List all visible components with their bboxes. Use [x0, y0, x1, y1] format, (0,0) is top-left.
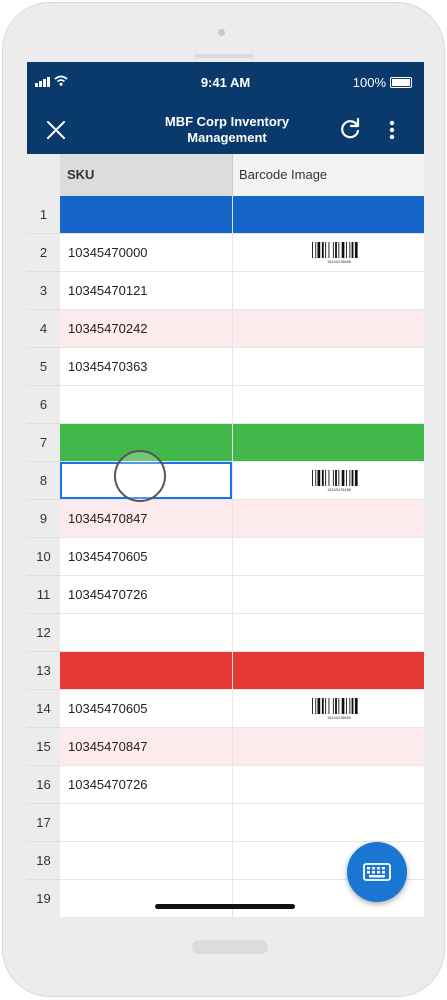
row-number[interactable]: 9 — [27, 500, 60, 538]
table-row: 6 — [27, 386, 424, 424]
sku-cell[interactable] — [60, 880, 233, 917]
table-row: 3 10345470121 — [27, 272, 424, 310]
row-number[interactable]: 4 — [27, 310, 60, 348]
row-number[interactable]: 5 — [27, 348, 60, 386]
barcode-image: 10345470605 — [312, 698, 358, 720]
barcode-cell[interactable] — [233, 652, 424, 689]
table-row: 5 10345470363 — [27, 348, 424, 386]
row-number[interactable]: 1 — [27, 196, 60, 234]
table-row: 4 10345470242 — [27, 310, 424, 348]
sku-cell[interactable]: 10345470726 — [60, 766, 233, 803]
barcode-cell[interactable] — [233, 576, 424, 613]
home-indicator[interactable] — [155, 904, 295, 909]
table-row: 13 — [27, 652, 424, 690]
sku-cell[interactable]: 10345470726 — [60, 576, 233, 613]
barcode-cell[interactable] — [233, 348, 424, 385]
barcode-cell[interactable] — [233, 538, 424, 575]
touch-indicator — [114, 450, 166, 502]
keyboard-button[interactable] — [347, 842, 407, 902]
more-vertical-icon[interactable] — [382, 118, 402, 142]
grid-corner[interactable] — [27, 154, 60, 196]
table-row: 15 10345470847 — [27, 728, 424, 766]
column-header-barcode[interactable]: Barcode Image — [233, 154, 424, 196]
barcode-text: 10345470605 — [327, 716, 351, 720]
row-number[interactable]: 14 — [27, 690, 60, 728]
keyboard-icon — [363, 863, 391, 881]
barcode-cell[interactable] — [233, 196, 424, 233]
table-row: 2 10345470000 10345470000 — [27, 234, 424, 272]
sku-cell[interactable]: 10345470121 — [60, 272, 233, 309]
row-number[interactable]: 17 — [27, 804, 60, 842]
barcode-image: 10345470000 — [312, 242, 358, 264]
earpiece — [194, 54, 254, 58]
sku-cell[interactable] — [60, 386, 233, 423]
table-row: 9 10345470847 — [27, 500, 424, 538]
refresh-icon[interactable] — [337, 116, 363, 142]
barcode-text: 10345470486 — [327, 488, 351, 492]
barcode-cell[interactable]: 10345470605 — [233, 690, 424, 727]
sku-cell[interactable]: 10345470847 — [60, 728, 233, 765]
row-number[interactable]: 10 — [27, 538, 60, 576]
barcode-image: 10345470486 — [312, 470, 358, 492]
barcode-cell[interactable] — [233, 272, 424, 309]
row-number[interactable]: 2 — [27, 234, 60, 272]
table-row: 12 — [27, 614, 424, 652]
sku-cell[interactable]: 10345470605 — [60, 538, 233, 575]
barcode-cell[interactable] — [233, 804, 424, 841]
sku-cell[interactable]: 10345470847 — [60, 500, 233, 537]
sku-cell[interactable] — [60, 614, 233, 651]
row-number[interactable]: 8 — [27, 462, 60, 500]
sku-cell[interactable]: 10345470605 — [60, 690, 233, 727]
row-number[interactable]: 7 — [27, 424, 60, 462]
table-row: 1 — [27, 196, 424, 234]
page-title-line1: MBF Corp Inventory — [164, 114, 290, 129]
barcode-cell[interactable]: 10345470486 — [233, 462, 424, 499]
barcode-cell[interactable] — [233, 386, 424, 423]
table-row: 10 10345470605 — [27, 538, 424, 576]
camera — [218, 29, 225, 36]
row-number[interactable]: 19 — [27, 880, 60, 917]
table-row: 8 10345470486 — [27, 462, 424, 500]
sku-cell[interactable]: 10345470242 — [60, 310, 233, 347]
table-row: 14 10345470605 10345470605 — [27, 690, 424, 728]
barcode-cell[interactable] — [233, 500, 424, 537]
row-number[interactable]: 3 — [27, 272, 60, 310]
table-row: 16 10345470726 — [27, 766, 424, 804]
sku-cell[interactable] — [60, 196, 233, 233]
sku-cell[interactable]: 10345470000 — [60, 234, 233, 271]
page-title: MBF Corp Inventory Management — [127, 114, 327, 146]
row-number[interactable]: 6 — [27, 386, 60, 424]
row-number[interactable]: 11 — [27, 576, 60, 614]
sku-cell[interactable] — [60, 804, 233, 841]
sku-cell[interactable] — [60, 842, 233, 879]
column-header-sku[interactable]: SKU — [60, 154, 233, 196]
home-button[interactable] — [192, 940, 268, 954]
status-battery: 100% — [353, 75, 412, 90]
table-row: 11 10345470726 — [27, 576, 424, 614]
page-title-line2: Management — [187, 130, 267, 145]
row-number[interactable]: 13 — [27, 652, 60, 690]
sku-cell[interactable] — [60, 652, 233, 689]
row-number[interactable]: 18 — [27, 842, 60, 880]
row-number[interactable]: 16 — [27, 766, 60, 804]
barcode-cell[interactable] — [233, 766, 424, 803]
row-number[interactable]: 15 — [27, 728, 60, 766]
barcode-cell[interactable] — [233, 614, 424, 651]
close-icon[interactable] — [42, 116, 70, 144]
row-number[interactable]: 12 — [27, 614, 60, 652]
battery-icon — [390, 77, 412, 88]
app-header: 9:41 AM 100% MBF Corp Inventory Manageme… — [27, 62, 424, 154]
barcode-cell[interactable]: 10345470000 — [233, 234, 424, 271]
table-row: 7 — [27, 424, 424, 462]
phone-frame: 9:41 AM 100% MBF Corp Inventory Manageme… — [2, 2, 445, 997]
battery-percent: 100% — [352, 75, 386, 90]
sku-cell[interactable]: 10345470363 — [60, 348, 233, 385]
barcode-cell[interactable] — [233, 728, 424, 765]
barcode-cell[interactable] — [233, 424, 424, 461]
barcode-text: 10345470000 — [327, 260, 351, 264]
app-screen: 9:41 AM 100% MBF Corp Inventory Manageme… — [27, 62, 424, 917]
table-row: 17 — [27, 804, 424, 842]
barcode-cell[interactable] — [233, 310, 424, 347]
